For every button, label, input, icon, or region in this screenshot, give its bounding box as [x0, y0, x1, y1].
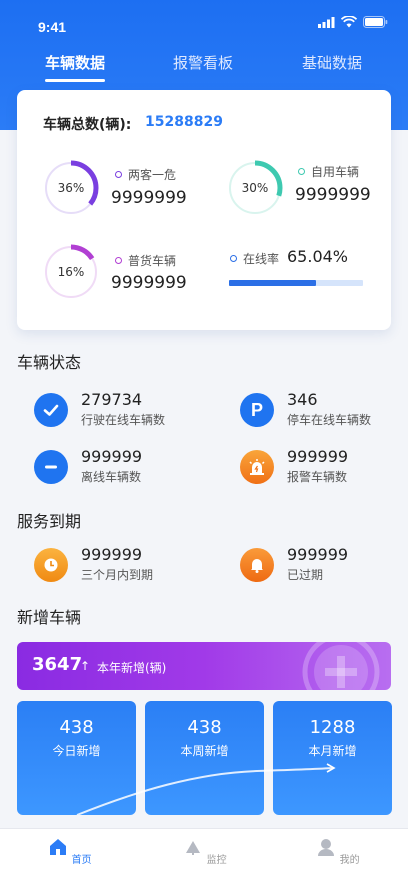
tab-label: 基础数据: [301, 54, 362, 72]
nav-monitor[interactable]: 监控: [165, 837, 245, 866]
bottom-tab-bar: 首页 监控 我的: [0, 828, 408, 883]
ring-percent: 16%: [57, 265, 85, 279]
status-time: 9:41: [38, 19, 67, 35]
tab-label: 车辆数据: [44, 54, 105, 72]
item-label: 离线车辆数: [81, 470, 142, 484]
monitor-icon: [186, 841, 201, 855]
total-value: 15288829: [145, 114, 223, 130]
stat-label-two-passenger: 两客一危: [115, 166, 176, 183]
wifi-icon: [341, 16, 357, 28]
stat-label-freight: 普货车辆: [115, 252, 176, 269]
service-expiry-title: 服务到期: [17, 512, 82, 531]
home-icon: [50, 839, 67, 855]
item-label: 停车在线车辆数: [287, 413, 372, 427]
ring-chart-two-passenger: 36%: [43, 160, 99, 216]
dot-icon: [115, 171, 122, 178]
tab-vehicle-data[interactable]: 车辆数据: [15, 52, 135, 82]
yearly-new-banner[interactable]: 3647 ↑ 本年新增(辆): [17, 642, 391, 690]
online-rate-progress-fill: [229, 280, 317, 286]
check-icon: [34, 393, 68, 427]
expiry-within-three-months[interactable]: 999999 三个月内到期: [34, 545, 204, 585]
tab-underline: [45, 79, 105, 82]
ring-chart-freight: 16%: [43, 244, 99, 300]
status-offline[interactable]: 999999 离线车辆数: [34, 447, 204, 487]
stat-value-two-passenger: 9999999: [111, 188, 187, 208]
status-icons: [318, 16, 388, 28]
nav-label: 监控: [206, 855, 227, 866]
dot-icon: [298, 168, 305, 175]
plus-circle-icon: [302, 642, 380, 690]
item-label: 已过期: [287, 568, 324, 582]
clock-icon: [34, 548, 68, 582]
stat-label-text: 普货车辆: [128, 254, 177, 268]
nav-home[interactable]: 首页: [30, 837, 110, 866]
stat-label-text: 自用车辆: [311, 165, 360, 179]
up-arrow-icon: ↑: [80, 659, 91, 673]
ring-percent: 30%: [241, 181, 269, 195]
online-rate-progress: [229, 280, 363, 286]
item-value: 999999: [287, 545, 349, 564]
online-rate-label-text: 在线率: [243, 252, 280, 266]
online-rate-value: 65.04%: [287, 247, 349, 266]
status-alarm[interactable]: 999999 报警车辆数: [240, 447, 408, 487]
tab-basic-data[interactable]: 基础数据: [272, 52, 392, 73]
summary-card: 车辆总数(辆): 15288829 36% 两客一危 9999999 30% 自…: [17, 90, 391, 330]
nav-label: 首页: [71, 855, 92, 866]
stat-value-freight: 9999999: [111, 273, 187, 293]
top-tabs: 车辆数据 报警看板 基础数据: [0, 52, 408, 86]
minus-icon: [34, 450, 68, 484]
item-label: 行驶在线车辆数: [81, 413, 166, 427]
status-driving-online[interactable]: 279734 行驶在线车辆数: [34, 390, 204, 430]
stat-value-private: 9999999: [295, 185, 371, 205]
item-value: 999999: [81, 447, 143, 466]
ring-percent: 36%: [57, 181, 85, 195]
dot-icon: [230, 255, 237, 262]
nav-profile[interactable]: 我的: [298, 837, 378, 866]
ring-chart-private: 30%: [227, 160, 283, 216]
profile-icon: [318, 839, 335, 856]
online-rate-label: 在线率: [230, 250, 279, 267]
item-label: 三个月内到期: [81, 568, 154, 582]
status-bar: 9:41: [0, 0, 408, 44]
total-label: 车辆总数(辆):: [43, 117, 132, 133]
item-value: 279734: [81, 390, 143, 409]
yearly-new-label: 本年新增(辆): [97, 661, 167, 675]
status-parked-online[interactable]: P 346 停车在线车辆数: [240, 390, 408, 430]
alarm-icon: [240, 450, 274, 484]
item-value: 346: [287, 390, 318, 409]
item-value: 999999: [81, 545, 143, 564]
signal-icon: [318, 16, 335, 28]
battery-icon: [363, 16, 388, 28]
item-label: 报警车辆数: [287, 470, 348, 484]
stat-label-text: 两客一危: [128, 168, 177, 182]
bell-icon: [240, 548, 274, 582]
dot-icon: [115, 257, 122, 264]
nav-label: 我的: [339, 855, 360, 866]
expiry-expired[interactable]: 999999 已过期: [240, 545, 408, 585]
yearly-new-value: 3647: [32, 654, 83, 675]
tab-label: 报警看板: [172, 54, 233, 72]
trend-curve-decoration: [76, 763, 336, 815]
stat-label-private: 自用车辆: [298, 163, 359, 180]
item-value: 999999: [287, 447, 349, 466]
parking-icon: P: [240, 393, 274, 427]
tab-alarm-board[interactable]: 报警看板: [143, 52, 263, 73]
new-vehicles-title: 新增车辆: [17, 608, 82, 627]
vehicle-status-title: 车辆状态: [17, 353, 82, 372]
